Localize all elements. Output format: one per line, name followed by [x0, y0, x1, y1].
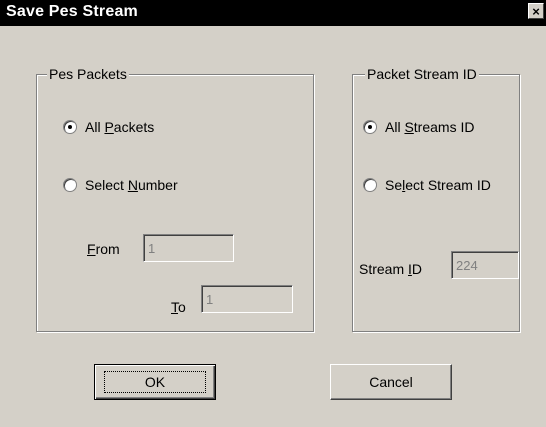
- pes-packets-group: Pes Packets All Packets Select Number Fr…: [36, 66, 314, 332]
- to-label: To: [171, 299, 186, 315]
- ok-button[interactable]: OK: [94, 364, 216, 400]
- packet-stream-id-legend: Packet Stream ID: [365, 66, 479, 82]
- to-input[interactable]: [201, 285, 293, 313]
- stream-id-label: Stream ID: [359, 261, 423, 277]
- select-number-radio[interactable]: Select Number: [63, 177, 178, 193]
- ok-button-label: OK: [103, 371, 207, 393]
- select-stream-radio-circle[interactable]: [363, 178, 377, 192]
- title-bar[interactable]: Save Pes Stream ×: [0, 0, 546, 26]
- all-streams-radio[interactable]: All Streams ID: [363, 119, 474, 135]
- window-title: Save Pes Stream: [6, 3, 138, 20]
- all-streams-label: All Streams ID: [385, 119, 475, 135]
- all-packets-radio-circle[interactable]: [63, 120, 77, 134]
- close-icon: ×: [532, 4, 540, 19]
- select-stream-label: Select Stream ID: [385, 177, 491, 193]
- from-label: From: [87, 241, 120, 257]
- pes-packets-legend: Pes Packets: [47, 66, 129, 82]
- all-streams-radio-circle[interactable]: [363, 120, 377, 134]
- select-stream-radio[interactable]: Select Stream ID: [363, 177, 491, 193]
- close-button[interactable]: ×: [528, 3, 544, 19]
- cancel-button-label: Cancel: [369, 374, 413, 390]
- select-number-radio-circle[interactable]: [63, 178, 77, 192]
- packet-stream-id-group: Packet Stream ID All Streams ID Select S…: [352, 66, 520, 332]
- stream-id-input[interactable]: [451, 251, 519, 279]
- cancel-button[interactable]: Cancel: [330, 364, 452, 400]
- all-packets-radio[interactable]: All Packets: [63, 119, 154, 135]
- all-packets-label: All Packets: [85, 119, 155, 135]
- from-input[interactable]: [143, 234, 234, 262]
- dialog-body: Pes Packets All Packets Select Number Fr…: [0, 26, 546, 427]
- select-number-label: Select Number: [85, 177, 178, 193]
